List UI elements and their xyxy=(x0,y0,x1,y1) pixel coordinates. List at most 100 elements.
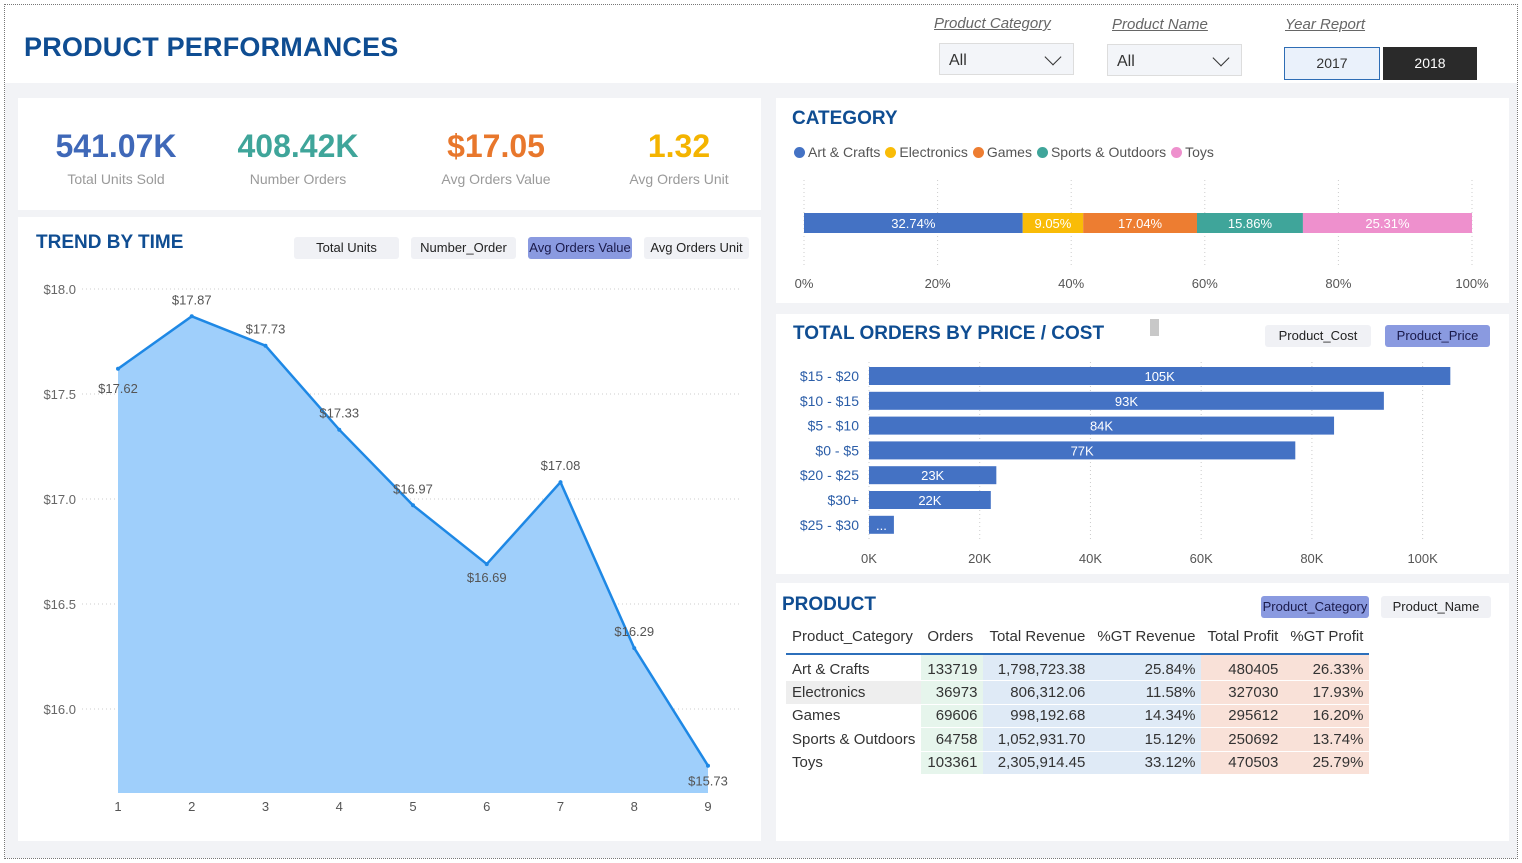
table-header-row: Product_Category Orders Total Revenue %G… xyxy=(786,624,1370,655)
y-tick-label: $16.5 xyxy=(43,597,76,612)
table-cell: Toys xyxy=(786,751,922,775)
product-name-dropdown[interactable]: All xyxy=(1107,44,1242,76)
trend-area-chart: $16.0 $16.5 $17.0 $17.5 $18.0 $17.62 1 $17.87 2 $… xyxy=(43,282,740,814)
kpi-value: 408.42K xyxy=(237,128,359,164)
table-cell: Art & Crafts xyxy=(786,654,922,681)
category-card: CATEGORY Art & Crafts Electronics Games Spo… xyxy=(776,98,1509,303)
year-2017-button[interactable]: 2017 xyxy=(1284,47,1380,80)
x-tick-label: 60% xyxy=(1192,276,1218,291)
table-cell: 13.74% xyxy=(1284,727,1370,752)
kpi-label: Avg Orders Value xyxy=(441,171,551,187)
data-point xyxy=(484,562,489,567)
kpi-label: Avg Orders Unit xyxy=(629,171,729,187)
table-cell: 806,312.06 xyxy=(983,680,1092,705)
x-tick-label: 100K xyxy=(1407,551,1438,566)
x-tick-label: 1 xyxy=(114,799,121,814)
table-row[interactable]: Electronics 36973 806,312.06 11.58% 327030 17… xyxy=(786,680,1370,705)
y-tick-label: $20 - $25 xyxy=(800,467,859,483)
table-cell: Sports & Outdoors xyxy=(786,727,922,752)
kpi-avg-orders-unit: 1.32 Avg Orders Unit xyxy=(589,128,769,187)
category-stacked-bar-chart: 0% 20% 40% 60% 80% 100% 32.74% 9.05% 17.04% 15.86… xyxy=(795,180,1489,291)
product-table: Product_Category Orders Total Revenue %G… xyxy=(786,624,1370,775)
product-card: PRODUCT Product_Category Product_Name Pr… xyxy=(776,583,1509,841)
data-point xyxy=(263,343,268,348)
table-row[interactable]: Art & Crafts 133719 1,798,723.38 25.84% 4804… xyxy=(786,654,1370,681)
column-header[interactable]: Total Profit xyxy=(1201,624,1285,655)
data-label: $17.62 xyxy=(98,381,138,396)
data-point xyxy=(706,763,710,768)
data-label: 84K xyxy=(1090,419,1113,434)
table-cell: Games xyxy=(786,704,922,728)
data-label: 23K xyxy=(921,468,944,483)
kpi-value: $17.05 xyxy=(447,128,545,164)
table-cell: 69606 xyxy=(921,704,984,728)
y-tick-label: $30+ xyxy=(827,492,859,508)
column-header[interactable]: %GT Profit xyxy=(1284,624,1370,655)
table-row[interactable]: Toys 103361 2,305,914.45 33.12% 470503 25.79% xyxy=(786,751,1370,775)
x-tick-label: 2 xyxy=(188,799,195,814)
table-cell: 25.84% xyxy=(1091,654,1202,681)
year-2018-button[interactable]: 2018 xyxy=(1383,47,1477,80)
x-tick-label: 100% xyxy=(1455,276,1489,291)
column-header[interactable]: Product_Category xyxy=(786,624,922,655)
x-tick-label: 80K xyxy=(1300,551,1323,566)
x-tick-label: 0% xyxy=(795,276,814,291)
table-cell: 470503 xyxy=(1201,751,1285,775)
data-label: $16.97 xyxy=(393,481,433,496)
data-label: $17.87 xyxy=(172,292,212,307)
kpi-total-units: 541.07K Total Units Sold xyxy=(26,128,206,187)
product-name-toggle[interactable]: Product_Name xyxy=(1381,596,1491,618)
kpi-number-orders: 408.42K Number Orders xyxy=(208,128,388,187)
data-label: 77K xyxy=(1071,443,1094,458)
y-tick-label: $17.0 xyxy=(43,492,76,507)
y-tick-label: $0 - $5 xyxy=(815,442,859,458)
table-cell: 998,192.68 xyxy=(983,704,1092,728)
x-tick-label: 8 xyxy=(631,799,638,814)
data-label: ... xyxy=(876,518,887,533)
product-name-label: Product Name xyxy=(1112,16,1208,33)
table-cell: 327030 xyxy=(1201,680,1285,705)
x-tick-label: 6 xyxy=(483,799,490,814)
table-row[interactable]: Sports & Outdoors 64758 1,052,931.70 15.12%… xyxy=(786,727,1370,752)
y-tick-label: $17.5 xyxy=(43,387,76,402)
data-label: 32.74% xyxy=(891,216,936,231)
product-name-value: All xyxy=(1117,53,1135,70)
data-label: 17.04% xyxy=(1118,216,1163,231)
chevron-down-icon xyxy=(1044,48,1062,66)
orders-by-price-bar-chart: 0K 20K 40K 60K 80K 100K $15 - $20 105K $10 - $15… xyxy=(800,362,1451,566)
x-tick-label: 4 xyxy=(336,799,343,814)
table-cell: Electronics xyxy=(786,680,922,705)
data-label: $16.29 xyxy=(614,624,654,639)
data-label: 105K xyxy=(1144,369,1175,384)
x-tick-label: 5 xyxy=(409,799,416,814)
product-category-dropdown[interactable]: All xyxy=(939,43,1074,75)
data-label: 93K xyxy=(1115,394,1138,409)
report-header: PRODUCT PERFORMANCES Product Category Al… xyxy=(5,5,1517,83)
x-tick-label: 40% xyxy=(1058,276,1084,291)
table-cell: 295612 xyxy=(1201,704,1285,728)
x-tick-label: 7 xyxy=(557,799,564,814)
table-cell: 26.33% xyxy=(1284,654,1370,681)
table-cell: 1,052,931.70 xyxy=(983,727,1092,752)
data-point xyxy=(116,366,120,371)
orders-by-price-card: TOTAL ORDERS BY PRICE / COST Product_Cos… xyxy=(776,314,1509,574)
data-label: $17.33 xyxy=(319,406,359,421)
data-label: 22K xyxy=(918,493,941,508)
x-tick-label: 40K xyxy=(1079,551,1102,566)
table-cell: 103361 xyxy=(921,751,984,775)
table-cell: 133719 xyxy=(921,654,984,681)
table-cell: 480405 xyxy=(1201,654,1285,681)
product-title: PRODUCT xyxy=(782,594,876,615)
column-header[interactable]: %GT Revenue xyxy=(1091,624,1202,655)
table-cell: 14.34% xyxy=(1091,704,1202,728)
product-category-toggle[interactable]: Product_Category xyxy=(1261,596,1369,618)
column-header[interactable]: Orders xyxy=(921,624,984,655)
column-header[interactable]: Total Revenue xyxy=(983,624,1092,655)
table-cell: 25.79% xyxy=(1284,751,1370,775)
table-cell: 11.58% xyxy=(1091,680,1202,705)
table-row[interactable]: Games 69606 998,192.68 14.34% 295612 16.20% xyxy=(786,704,1370,728)
kpi-value: 541.07K xyxy=(55,128,177,164)
table-cell: 250692 xyxy=(1201,727,1285,752)
y-tick-label: $5 - $10 xyxy=(808,418,860,434)
kpi-avg-orders-value: $17.05 Avg Orders Value xyxy=(406,128,586,187)
